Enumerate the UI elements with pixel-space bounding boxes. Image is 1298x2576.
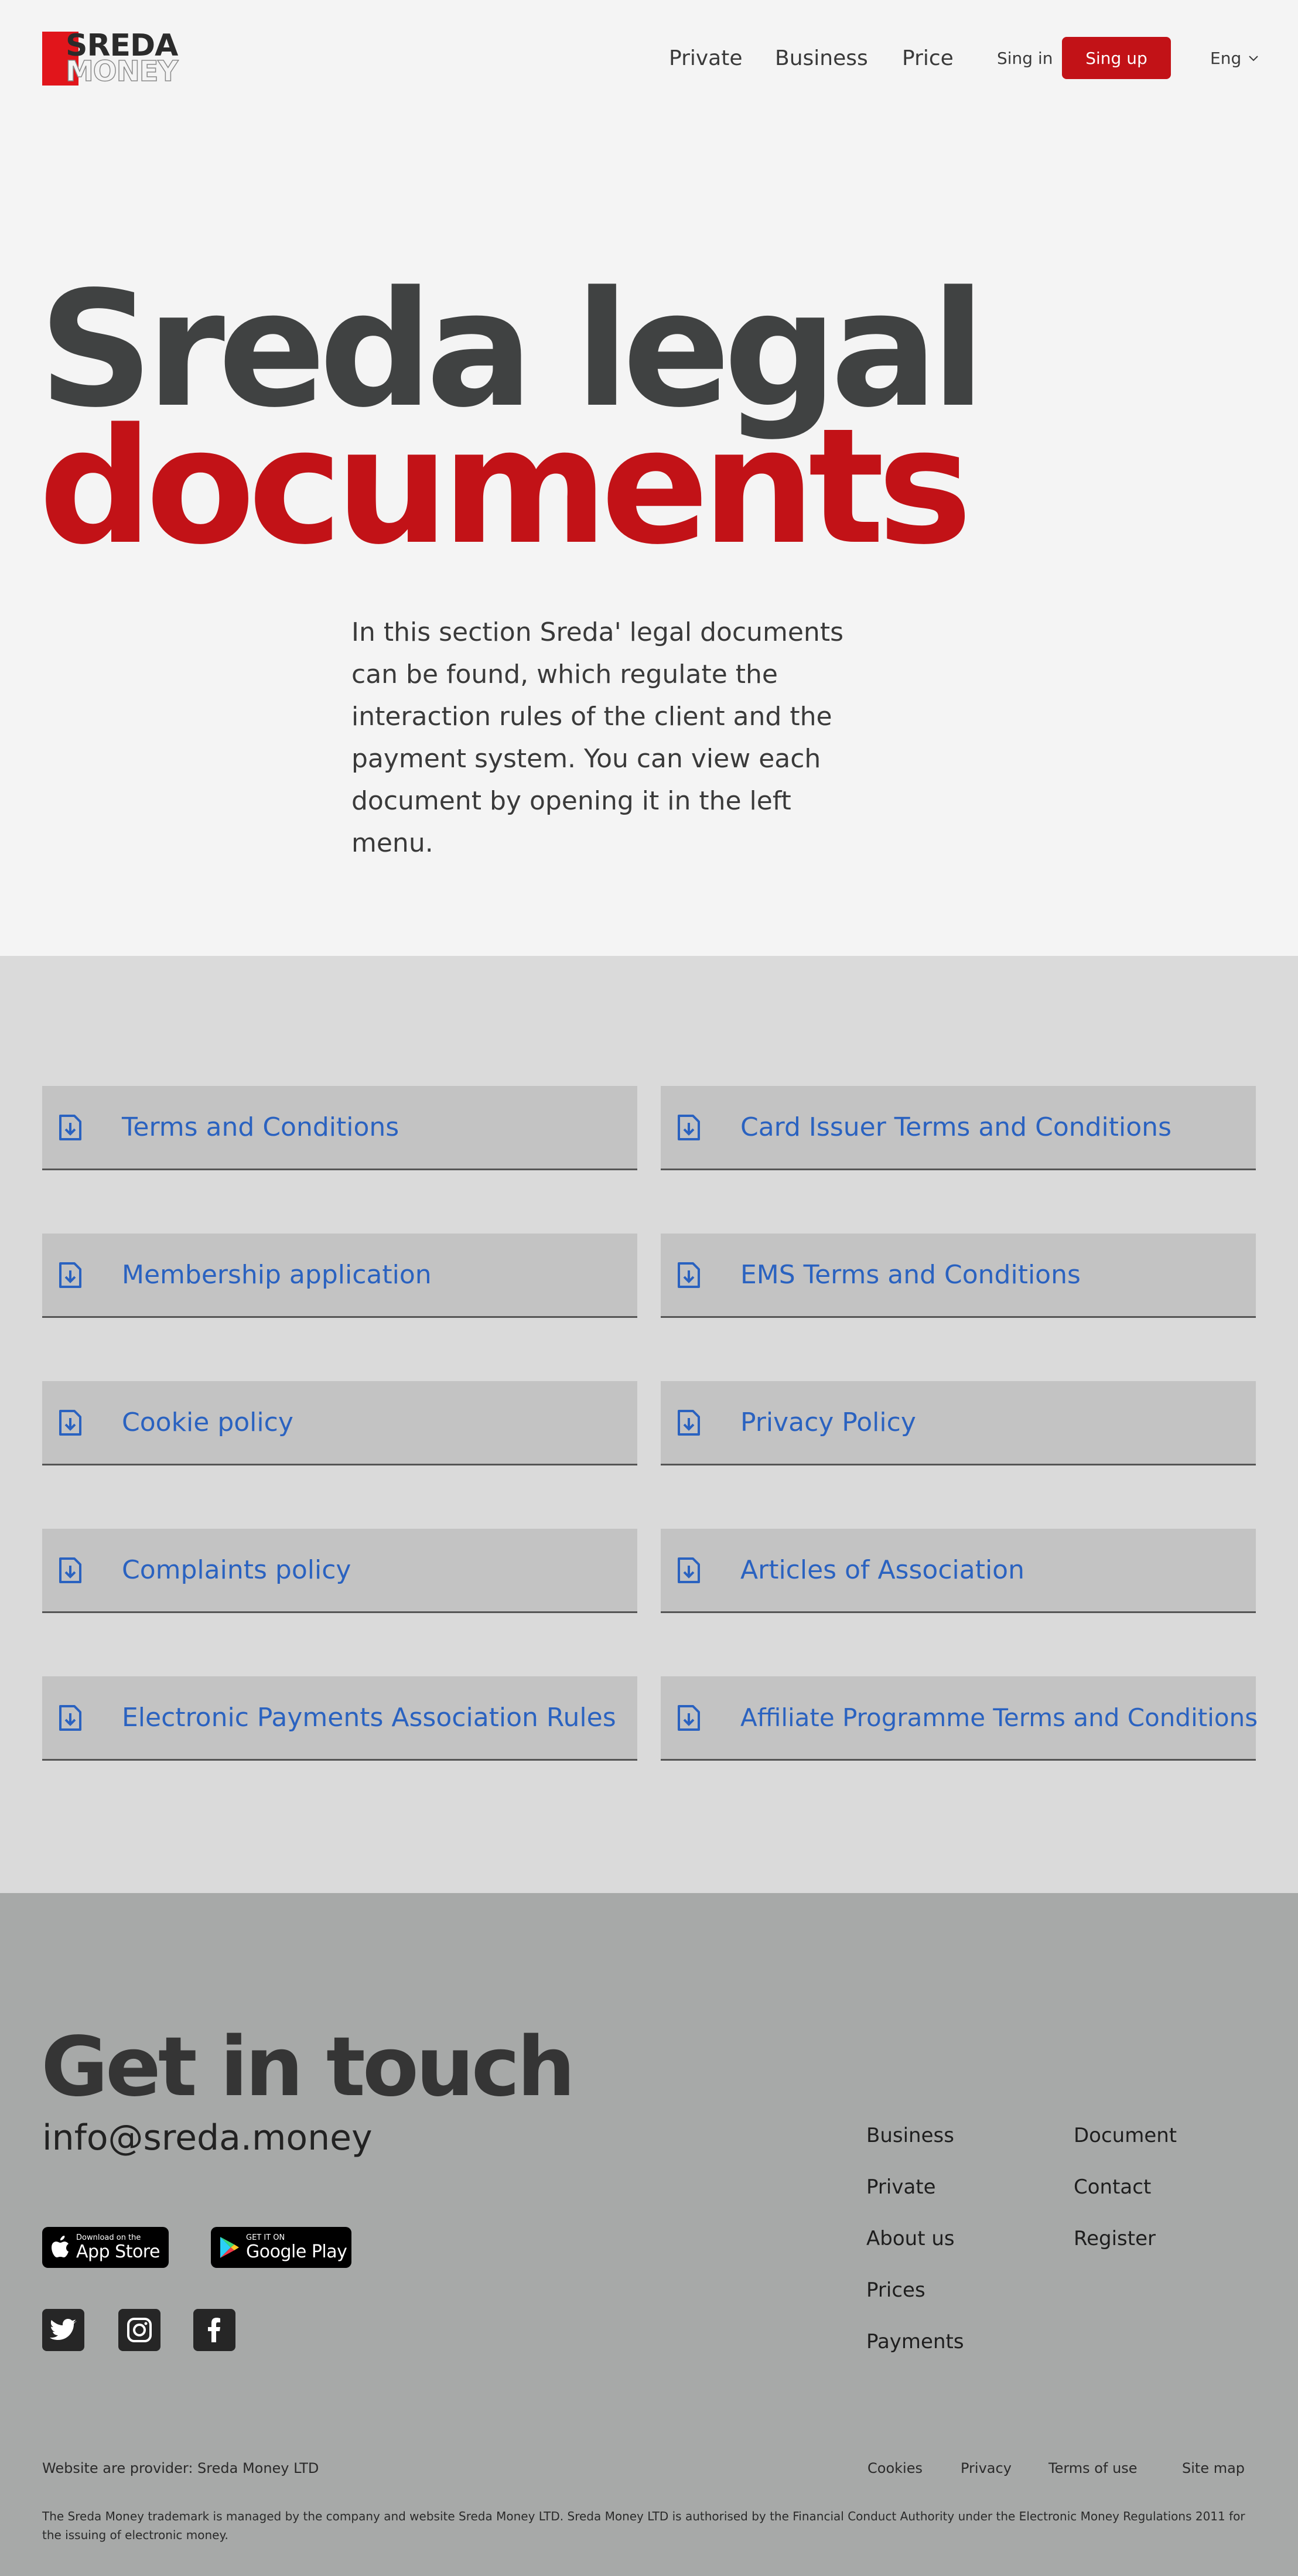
logo[interactable]: SREDA MONEY	[42, 29, 183, 88]
google-play-button[interactable]: GET IT ON Google Play	[211, 2227, 351, 2268]
footer-link-document[interactable]: Document	[1074, 2123, 1177, 2148]
doc-card-issuer-terms[interactable]: Card Issuer Terms and Conditions	[661, 1086, 1256, 1170]
contact-email-link[interactable]: info@sreda.money	[42, 2117, 373, 2159]
google-play-big-text: Google Play	[246, 2242, 347, 2262]
signup-button[interactable]: Sing up	[1062, 37, 1171, 79]
doc-complaints-policy[interactable]: Complaints policy	[42, 1529, 637, 1613]
apple-icon	[52, 2236, 69, 2257]
doc-label: Affiliate Programme Terms and Conditions	[740, 1703, 1258, 1732]
footer-link-payments[interactable]: Payments	[866, 2329, 964, 2355]
doc-label: Electronic Payments Association Rules	[122, 1703, 616, 1733]
doc-ems-terms[interactable]: EMS Terms and Conditions	[661, 1234, 1256, 1318]
file-download-icon	[59, 1704, 81, 1731]
nav-private[interactable]: Private	[669, 45, 743, 73]
doc-label: Complaints policy	[122, 1555, 351, 1585]
file-download-icon	[678, 1262, 700, 1288]
doc-label: EMS Terms and Conditions	[740, 1260, 1081, 1290]
doc-epa-rules[interactable]: Electronic Payments Association Rules	[42, 1676, 637, 1761]
bottom-link-terms[interactable]: Terms of use	[1048, 2459, 1138, 2478]
footer-link-prices[interactable]: Prices	[866, 2277, 925, 2303]
doc-label: Cookie policy	[122, 1407, 293, 1437]
doc-membership-application[interactable]: Membership application	[42, 1234, 637, 1318]
facebook-icon	[208, 2318, 220, 2342]
doc-label: Terms and Conditions	[122, 1112, 399, 1142]
hero-title-line2: documents	[39, 395, 972, 580]
footer-link-about[interactable]: About us	[866, 2226, 955, 2252]
twitter-link[interactable]	[42, 2309, 84, 2351]
file-download-icon	[59, 1409, 81, 1436]
language-selector[interactable]: Eng	[1210, 48, 1259, 69]
instagram-link[interactable]	[118, 2309, 160, 2351]
doc-articles-of-association[interactable]: Articles of Association	[661, 1529, 1256, 1613]
header: SREDA MONEY Private Business Price Sing …	[0, 0, 1298, 117]
file-download-icon	[678, 1704, 700, 1731]
bottom-link-privacy[interactable]: Privacy	[961, 2459, 1012, 2478]
signin-link[interactable]: Sing in	[997, 48, 1053, 69]
doc-privacy-policy[interactable]: Privacy Policy	[661, 1381, 1256, 1465]
google-play-icon	[220, 2237, 239, 2258]
chevron-down-icon	[1249, 56, 1258, 62]
doc-cookie-policy[interactable]: Cookie policy	[42, 1381, 637, 1465]
file-download-icon	[59, 1262, 81, 1288]
file-download-icon	[678, 1409, 700, 1436]
get-in-touch-title: Get in touch	[41, 2020, 575, 2115]
provider-text: Website are provider: Sreda Money LTD	[42, 2460, 319, 2476]
documents-section: Terms and Conditions Card Issuer Terms a…	[0, 956, 1298, 1893]
app-store-big-text: App Store	[76, 2242, 160, 2262]
doc-terms-and-conditions[interactable]: Terms and Conditions	[42, 1086, 637, 1170]
legal-disclaimer: The Sreda Money trademark is managed by …	[42, 2509, 1245, 2542]
file-download-icon	[59, 1114, 81, 1140]
language-label: Eng	[1210, 49, 1242, 68]
nav-business[interactable]: Business	[775, 45, 868, 73]
doc-label: Articles of Association	[740, 1555, 1024, 1585]
doc-label: Privacy Policy	[740, 1407, 916, 1437]
nav-price[interactable]: Price	[902, 45, 954, 73]
file-download-icon	[678, 1557, 700, 1583]
instagram-icon	[127, 2318, 152, 2342]
twitter-icon	[50, 2319, 76, 2340]
doc-label: Membership application	[122, 1260, 432, 1290]
footer: Get in touch info@sreda.money Download o…	[0, 1893, 1298, 2576]
footer-link-business[interactable]: Business	[866, 2123, 954, 2148]
logo-text-bottom: MONEY	[65, 55, 179, 88]
bottom-link-sitemap[interactable]: Site map	[1182, 2459, 1245, 2478]
footer-link-private[interactable]: Private	[866, 2174, 936, 2200]
doc-affiliate-programme-terms[interactable]: Affiliate Programme Terms and Conditions	[661, 1676, 1258, 1761]
file-download-icon	[59, 1557, 81, 1583]
doc-label: Card Issuer Terms and Conditions	[740, 1112, 1171, 1142]
facebook-link[interactable]	[193, 2309, 235, 2351]
bottom-link-cookies[interactable]: Cookies	[867, 2459, 923, 2478]
app-store-button[interactable]: Download on the App Store	[42, 2227, 169, 2268]
hero-description: In this section Sreda' legal documents c…	[351, 617, 843, 858]
footer-link-contact[interactable]: Contact	[1074, 2174, 1151, 2200]
file-download-icon	[678, 1114, 700, 1140]
footer-link-register[interactable]: Register	[1074, 2226, 1156, 2252]
